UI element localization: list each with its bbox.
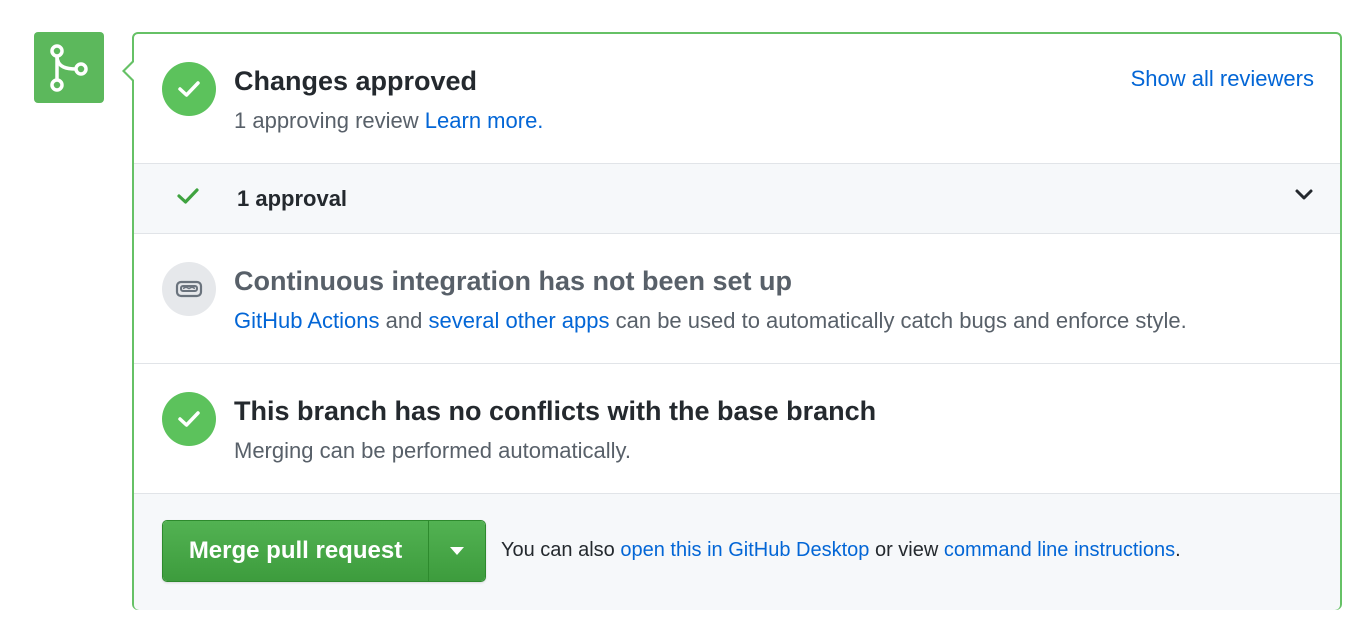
open-in-desktop-link[interactable]: open this in GitHub Desktop	[620, 539, 869, 561]
other-apps-link[interactable]: several other apps	[428, 308, 609, 333]
chevron-down-icon[interactable]	[1294, 188, 1314, 207]
show-all-reviewers-link[interactable]: Show all reviewers	[1131, 66, 1314, 92]
triangle-down-icon	[450, 547, 464, 555]
robot-icon	[162, 262, 216, 316]
merge-method-dropdown[interactable]	[428, 521, 485, 581]
review-status-title: Changes approved	[234, 66, 478, 96]
ci-status-title: Continuous integration has not been set …	[234, 266, 792, 296]
merge-hint-middle: or view	[874, 539, 939, 561]
ci-text-and: and	[385, 308, 423, 333]
merge-actions-section: Merge pull request You can also open thi…	[134, 494, 1340, 610]
approving-review-count: 1 approving review	[234, 108, 419, 133]
git-merge-icon	[34, 32, 104, 103]
learn-more-link[interactable]: Learn more.	[425, 108, 544, 133]
review-status-description: 1 approving review Learn more.	[234, 108, 543, 134]
check-circle-icon	[162, 392, 216, 446]
review-status-section: Changes approved 1 approving review Lear…	[134, 34, 1340, 164]
conflicts-status-title: This branch has no conflicts with the ba…	[234, 396, 877, 426]
check-icon	[176, 186, 200, 211]
merge-button-group: Merge pull request	[162, 520, 486, 582]
ci-status-description: GitHub Actions and several other apps ca…	[234, 308, 1187, 334]
merge-hint: You can also open this in GitHub Desktop…	[501, 539, 1181, 562]
ci-status-section: Continuous integration has not been set …	[134, 234, 1340, 364]
merge-hint-prefix: You can also	[501, 539, 615, 561]
conflicts-status-section: This branch has no conflicts with the ba…	[134, 364, 1340, 494]
ci-text-rest: can be used to automatically catch bugs …	[615, 308, 1187, 333]
github-actions-link[interactable]: GitHub Actions	[234, 308, 380, 333]
check-circle-icon	[162, 62, 216, 116]
merge-pull-request-button[interactable]: Merge pull request	[163, 521, 428, 581]
command-line-instructions-link[interactable]: command line instructions	[944, 539, 1175, 561]
approval-count-label: 1 approval	[237, 186, 348, 211]
merge-status-panel: Changes approved 1 approving review Lear…	[122, 32, 1342, 610]
approval-row[interactable]: 1 approval	[134, 164, 1340, 234]
conflicts-status-description: Merging can be performed automatically.	[234, 438, 632, 463]
merge-hint-suffix: .	[1175, 539, 1181, 561]
